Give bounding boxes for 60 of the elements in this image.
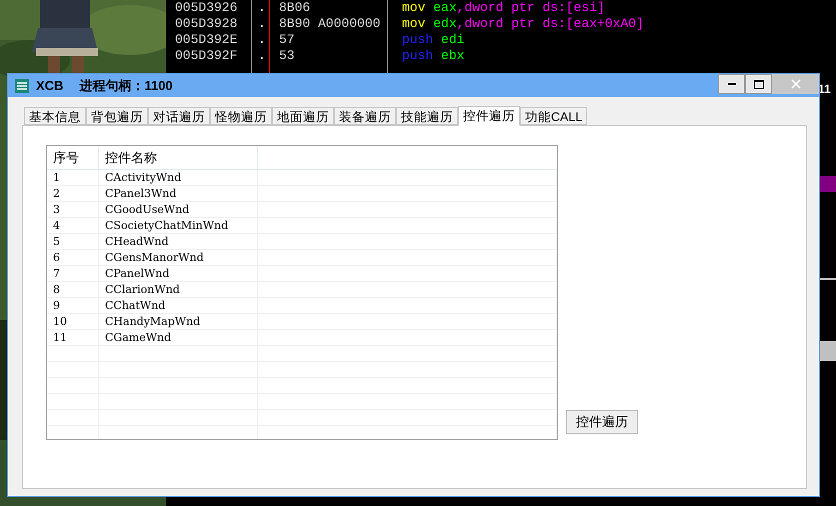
hex-cell: 57 [270, 32, 388, 48]
table-cell: 11 [53, 331, 67, 344]
table-cell: CGameWnd [105, 331, 172, 344]
table-cell: 3 [53, 203, 60, 216]
app-icon [14, 78, 30, 94]
address-cell: 005D3928 [166, 16, 252, 32]
table-cell: CPanelWnd [105, 267, 170, 280]
maximize-icon [754, 80, 764, 88]
table-cell: CClarionWnd [105, 283, 180, 296]
table-cell: 7 [53, 267, 60, 280]
hex-cell: 53 [270, 48, 388, 64]
window-title: XCB [36, 76, 64, 95]
instruction-cell-text: push ebx [401, 48, 464, 64]
tab[interactable]: 控件遍历 [458, 106, 520, 126]
tab[interactable]: 背包遍历 [86, 107, 148, 125]
hex-cell: 8B06 [270, 0, 388, 16]
table-cell: 2 [53, 187, 60, 200]
instruction-cell-text: mov eax,dword ptr ds:[esi] [401, 0, 605, 16]
marker-cell: . [252, 0, 270, 16]
marker-cell: . [252, 48, 270, 64]
tab[interactable]: 基本信息 [24, 107, 86, 125]
table-cell: 9 [53, 299, 60, 312]
instruction-cell-text: push edi [401, 32, 464, 48]
table-cell: CActivityWnd [105, 171, 182, 184]
instruction-cell-text: mov edx,dword ptr ds:[eax+0xA0] [401, 16, 644, 32]
close-icon [790, 79, 800, 89]
minimize-icon [728, 83, 736, 85]
address-cell: 005D3926 [166, 0, 252, 16]
tab[interactable]: 对话遍历 [148, 107, 210, 125]
address-cell: 005D392E [166, 32, 252, 48]
hex-cell: 8B90 A0000000 [270, 16, 388, 32]
tab[interactable]: 怪物遍历 [210, 107, 272, 125]
maximize-button[interactable] [745, 74, 772, 94]
table-cell: 4 [53, 219, 60, 232]
table-cell: CChatWnd [105, 299, 166, 312]
column-header[interactable]: 控件名称 [99, 146, 258, 170]
scroll-divider [820, 278, 836, 280]
tab[interactable]: 技能遍历 [396, 107, 458, 125]
table-cell: 6 [53, 251, 60, 264]
marker-cell: . [252, 32, 270, 48]
table-cell: 10 [53, 315, 67, 328]
table-cell: 8 [53, 283, 60, 296]
table-cell: 5 [53, 235, 60, 248]
table-cell: CGensManorWnd [105, 251, 204, 264]
table-cell: CPanel3Wnd [105, 187, 176, 200]
tab[interactable]: 地面遍历 [272, 107, 334, 125]
table-cell: CGoodUseWnd [105, 203, 190, 216]
column-header[interactable]: 序号 [47, 146, 99, 170]
address-cell: 005D392F [166, 48, 252, 64]
marker-cell: . [252, 16, 270, 32]
table-cell: 1 [53, 171, 60, 184]
table-cell: CSocietyChatMinWnd [105, 219, 228, 232]
minimize-button[interactable] [718, 74, 745, 94]
table-cell: CHeadWnd [105, 235, 169, 248]
table-cell: CHandyMapWnd [105, 315, 200, 328]
tab[interactable]: 功能CALL [520, 107, 588, 125]
tab[interactable]: 装备遍历 [334, 107, 396, 125]
highlight-bar [820, 176, 836, 192]
window-subtitle: 进程句柄：1100 [79, 76, 173, 95]
enumerate-button[interactable]: 控件遍历 [566, 410, 638, 434]
